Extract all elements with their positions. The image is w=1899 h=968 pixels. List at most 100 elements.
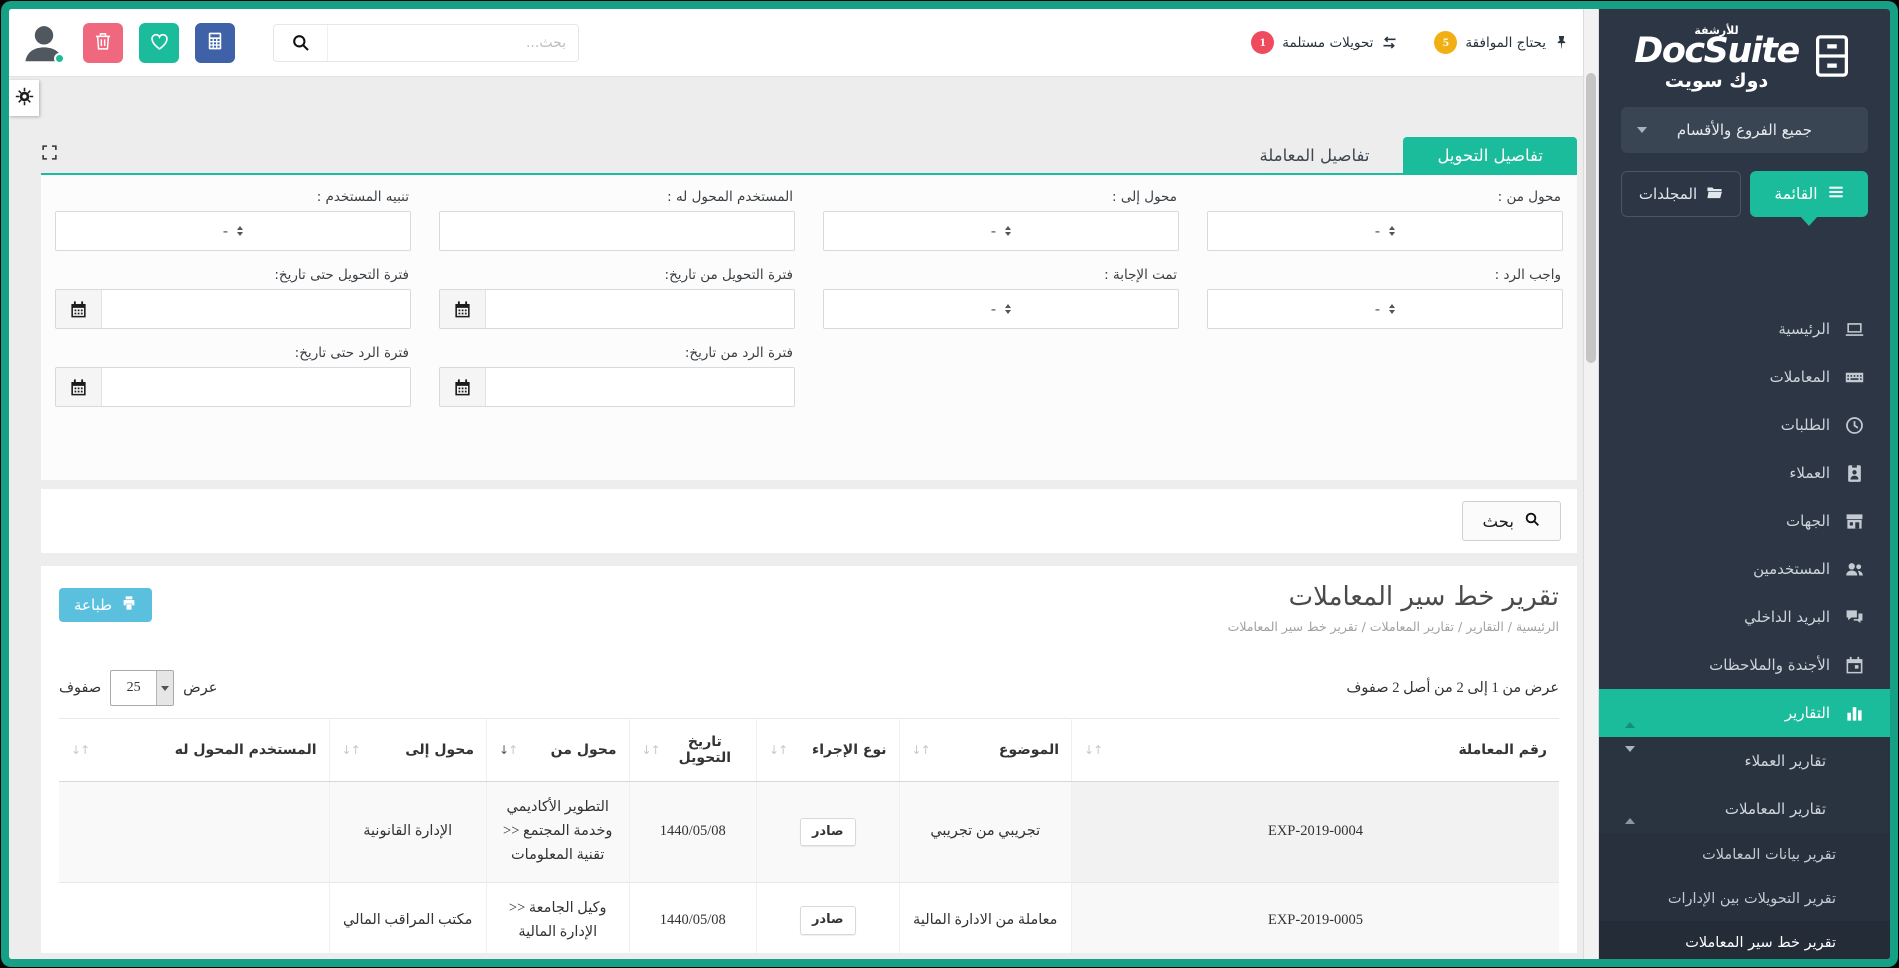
- calendar-icon[interactable]: [56, 368, 102, 406]
- chat-icon: [1845, 608, 1864, 627]
- received-transfers-notification[interactable]: تحويلات مستلمة 1: [1251, 31, 1398, 54]
- sidebar-item-reports[interactable]: التقارير: [1599, 689, 1890, 737]
- pin-icon: [1554, 35, 1569, 50]
- sidebar-item-transactions[interactable]: المعاملات: [1599, 353, 1890, 401]
- column-header-transaction-number[interactable]: رقم المعاملة ↓↑: [1072, 719, 1560, 782]
- search-icon[interactable]: [274, 25, 328, 61]
- breadcrumb: الرئيسية / التقارير / تقارير المعاملات /…: [1228, 619, 1559, 634]
- assigned-user-field[interactable]: [439, 211, 795, 251]
- calendar-icon[interactable]: [440, 290, 486, 328]
- column-header-action-type[interactable]: نوع الإجراء ↓↑: [757, 719, 900, 782]
- trash-icon: [93, 31, 113, 54]
- chevron-down-icon: [1637, 127, 1647, 133]
- cell-assigned-user: [59, 782, 329, 883]
- sidebar-item-users[interactable]: المستخدمين: [1599, 545, 1890, 593]
- swap-icon: [1381, 34, 1398, 51]
- sidebar-mode-buttons: القائمة المجلدات: [1621, 171, 1868, 217]
- reply-to-date-input[interactable]: [102, 368, 410, 406]
- column-header-transferred-to[interactable]: محول إلى ↓↑: [329, 719, 487, 782]
- settings-button[interactable]: [9, 80, 39, 116]
- favorites-button[interactable]: [139, 23, 179, 63]
- search-button[interactable]: بحث: [1462, 501, 1561, 541]
- cell-assigned-user: [59, 882, 329, 953]
- page-length-control: عرض 25 صفوف: [59, 670, 217, 706]
- report-panel: تقرير خط سير المعاملات الرئيسية / التقار…: [41, 566, 1577, 953]
- cell-transferred-from: التطوير الأكاديمي وخدمة المجتمع << تقنية…: [487, 782, 630, 883]
- trash-button[interactable]: [83, 23, 123, 63]
- column-header-transfer-date[interactable]: تاريخ التحويل ↓↑: [629, 719, 757, 782]
- table-row[interactable]: EXP-2019-0004 تجريبي من تجريبي صادر 1440…: [59, 782, 1559, 883]
- filter-notify-user: تنبيه المستخدم : -: [55, 181, 411, 251]
- approval-count-badge: 5: [1434, 31, 1457, 54]
- transactions-table: رقم المعاملة ↓↑ الموضوع ↓↑ نوع الإجراء ↓…: [59, 718, 1559, 953]
- menu-mode-button[interactable]: القائمة: [1750, 171, 1868, 217]
- column-header-assigned-user[interactable]: المستخدم المحول له ↓↑: [59, 719, 329, 782]
- topbar: يحتاج الموافقة 5 تحويلات مستلمة 1: [9, 9, 1583, 77]
- select-spinner-icon: [1389, 304, 1395, 314]
- page-scrollbar[interactable]: [1583, 9, 1599, 959]
- cell-transferred-from: وكيل الجامعة << الإدارة المالية: [487, 882, 630, 953]
- calendar-icon[interactable]: [56, 290, 102, 328]
- sidebar-group-client-reports[interactable]: تقارير العملاء: [1599, 737, 1890, 785]
- cell-subject: تجريبي من تجريبي: [899, 782, 1072, 883]
- chevron-down-icon: [156, 671, 173, 705]
- select-spinner-icon: [1389, 226, 1395, 236]
- scrollbar-thumb[interactable]: [1586, 73, 1596, 363]
- status-badge: صادر: [800, 906, 856, 934]
- transfer-to-date-input[interactable]: [102, 290, 410, 328]
- calculator-button[interactable]: [195, 23, 235, 63]
- answered-select[interactable]: -: [823, 289, 1179, 329]
- folders-mode-button[interactable]: المجلدات: [1621, 171, 1741, 217]
- sidebar-item-transaction-data-report[interactable]: تقرير بيانات المعاملات: [1599, 833, 1890, 877]
- notify-user-select[interactable]: -: [55, 211, 411, 251]
- sidebar-group-transaction-reports[interactable]: تقارير المعاملات: [1599, 785, 1890, 833]
- global-search: [273, 24, 579, 62]
- table-row[interactable]: EXP-2019-0005 معاملة من الادارة المالية …: [59, 882, 1559, 953]
- cell-transferred-to: مكتب المراقب المالي: [329, 882, 487, 953]
- filter-assigned-user: المستخدم المحول له :: [439, 181, 795, 251]
- print-button[interactable]: طباعة: [59, 588, 152, 622]
- branch-selector[interactable]: جميع الفروع والأقسام: [1621, 107, 1868, 153]
- sidebar-item-requests[interactable]: الطلبات: [1599, 401, 1890, 449]
- chevron-up-icon: [1625, 800, 1635, 818]
- cell-subject: معاملة من الادارة المالية: [899, 882, 1072, 953]
- sidebar-item-entities[interactable]: الجهات: [1599, 497, 1890, 545]
- to-select[interactable]: -: [823, 211, 1179, 251]
- cell-transferred-to: الإدارة القانونية: [329, 782, 487, 883]
- page-length-select[interactable]: 25: [110, 670, 174, 706]
- calendar-icon[interactable]: [440, 368, 486, 406]
- needs-approval-notification[interactable]: يحتاج الموافقة 5: [1434, 31, 1569, 54]
- sidebar-item-internal-mail[interactable]: البريد الداخلي: [1599, 593, 1890, 641]
- expand-icon[interactable]: [41, 144, 58, 161]
- filter-transfer-to-date: فترة التحويل حتى تاريخ:: [55, 259, 411, 329]
- search-input[interactable]: [328, 25, 578, 61]
- cell-transfer-date: 1440/05/08: [629, 882, 757, 953]
- sidebar-item-transaction-route-report[interactable]: تقرير خط سير المعاملات: [1599, 921, 1890, 959]
- building-icon: [1845, 512, 1864, 531]
- app-logo[interactable]: للأرشفة DocSuite دوك سويت: [1599, 9, 1890, 97]
- notifications: يحتاج الموافقة 5 تحويلات مستلمة 1: [1251, 31, 1569, 54]
- sidebar-item-transfers-between-departments-report[interactable]: تقرير التحويلات بين الإدارات: [1599, 877, 1890, 921]
- screenshot-stage: للأرشفة DocSuite دوك سويت جميع الفروع وا…: [0, 0, 1899, 968]
- filter-reply-from-date: فترة الرد من تاريخ:: [439, 337, 795, 407]
- sidebar-menu: الرئيسية المعاملات الطلبات العملاء: [1599, 305, 1890, 959]
- reply-from-date-input[interactable]: [486, 368, 794, 406]
- tab-transfer-details[interactable]: تفاصيل التحويل: [1403, 137, 1577, 173]
- app-frame: للأرشفة DocSuite دوك سويت جميع الفروع وا…: [1, 1, 1898, 967]
- transfer-from-date-input[interactable]: [486, 290, 794, 328]
- reply-required-select[interactable]: -: [1207, 289, 1563, 329]
- sidebar-item-clients[interactable]: العملاء: [1599, 449, 1890, 497]
- filter-actions: بحث: [41, 489, 1577, 553]
- column-header-subject[interactable]: الموضوع ↓↑: [899, 719, 1072, 782]
- keyboard-icon: [1845, 368, 1864, 387]
- column-header-transferred-from[interactable]: محول من ↓↑: [487, 719, 630, 782]
- sidebar-item-agenda[interactable]: الأجندة والملاحظات: [1599, 641, 1890, 689]
- received-count-badge: 1: [1251, 31, 1274, 54]
- tab-transaction-details[interactable]: تفاصيل المعاملة: [1225, 137, 1403, 173]
- users-icon: [1845, 560, 1864, 579]
- avatar[interactable]: [21, 20, 67, 66]
- content-area: تفاصيل التحويل تفاصيل المعاملة محول من :…: [9, 77, 1583, 959]
- from-select[interactable]: -: [1207, 211, 1563, 251]
- sidebar-item-home[interactable]: الرئيسية: [1599, 305, 1890, 353]
- chevron-up-icon: [1625, 704, 1635, 722]
